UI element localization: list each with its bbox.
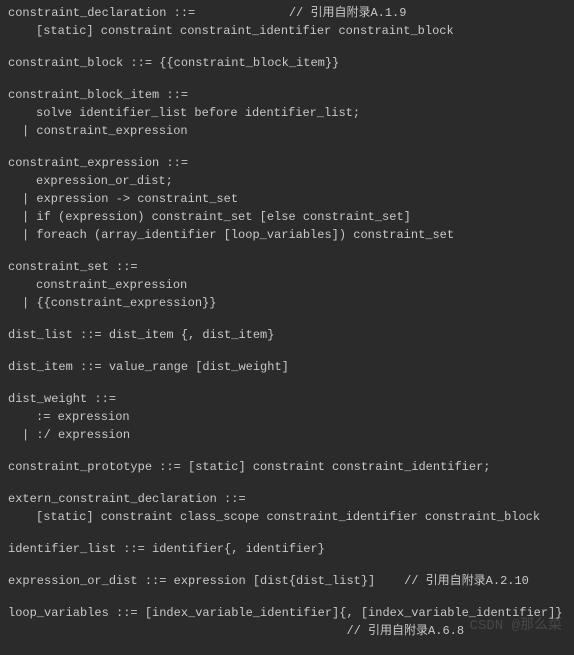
code-line: [static] constraint constraint_identifie… xyxy=(8,22,566,40)
code-line: dist_list ::= dist_item {, dist_item} xyxy=(8,326,566,344)
code-line: | foreach (array_identifier [loop_variab… xyxy=(8,226,566,244)
code-line: constraint_prototype ::= [static] constr… xyxy=(8,458,566,476)
code-line: solve identifier_list before identifier_… xyxy=(8,104,566,122)
code-line: | if (expression) constraint_set [else c… xyxy=(8,208,566,226)
grammar-rule: extern_constraint_declaration ::=[static… xyxy=(8,490,566,526)
code-line: constraint_block ::= {{constraint_block_… xyxy=(8,54,566,72)
code-line: [static] constraint class_scope constrai… xyxy=(8,508,566,526)
code-line: expression_or_dist ::= expression [dist{… xyxy=(8,572,566,590)
grammar-rule: constraint_prototype ::= [static] constr… xyxy=(8,458,566,476)
grammar-rule: dist_list ::= dist_item {, dist_item} xyxy=(8,326,566,344)
grammar-rule: dist_weight ::=:= expression| :/ express… xyxy=(8,390,566,444)
grammar-rule: expression_or_dist ::= expression [dist{… xyxy=(8,572,566,590)
code-line: dist_weight ::= xyxy=(8,390,566,408)
grammar-specification: constraint_declaration ::= // 引用自附录A.1.9… xyxy=(8,4,566,640)
code-line: expression_or_dist; xyxy=(8,172,566,190)
code-line: loop_variables ::= [index_variable_ident… xyxy=(8,604,566,622)
code-line: | {{constraint_expression}} xyxy=(8,294,566,312)
grammar-rule: constraint_declaration ::= // 引用自附录A.1.9… xyxy=(8,4,566,40)
code-line: | :/ expression xyxy=(8,426,566,444)
code-line: constraint_declaration ::= // 引用自附录A.1.9 xyxy=(8,4,566,22)
code-line: constraint_set ::= xyxy=(8,258,566,276)
code-line: | constraint_expression xyxy=(8,122,566,140)
grammar-rule: constraint_block ::= {{constraint_block_… xyxy=(8,54,566,72)
grammar-rule: loop_variables ::= [index_variable_ident… xyxy=(8,604,566,640)
code-line: constraint_expression ::= xyxy=(8,154,566,172)
grammar-rule: constraint_set ::=constraint_expression|… xyxy=(8,258,566,312)
code-line: | expression -> constraint_set xyxy=(8,190,566,208)
code-line: := expression xyxy=(8,408,566,426)
grammar-rule: identifier_list ::= identifier{, identif… xyxy=(8,540,566,558)
grammar-rule: dist_item ::= value_range [dist_weight] xyxy=(8,358,566,376)
code-line: constraint_block_item ::= xyxy=(8,86,566,104)
code-line: identifier_list ::= identifier{, identif… xyxy=(8,540,566,558)
code-line: extern_constraint_declaration ::= xyxy=(8,490,566,508)
grammar-rule: constraint_expression ::=expression_or_d… xyxy=(8,154,566,244)
code-line: constraint_expression xyxy=(8,276,566,294)
code-line: // 引用自附录A.6.8 xyxy=(8,622,566,640)
grammar-rule: constraint_block_item ::=solve identifie… xyxy=(8,86,566,140)
code-line: dist_item ::= value_range [dist_weight] xyxy=(8,358,566,376)
